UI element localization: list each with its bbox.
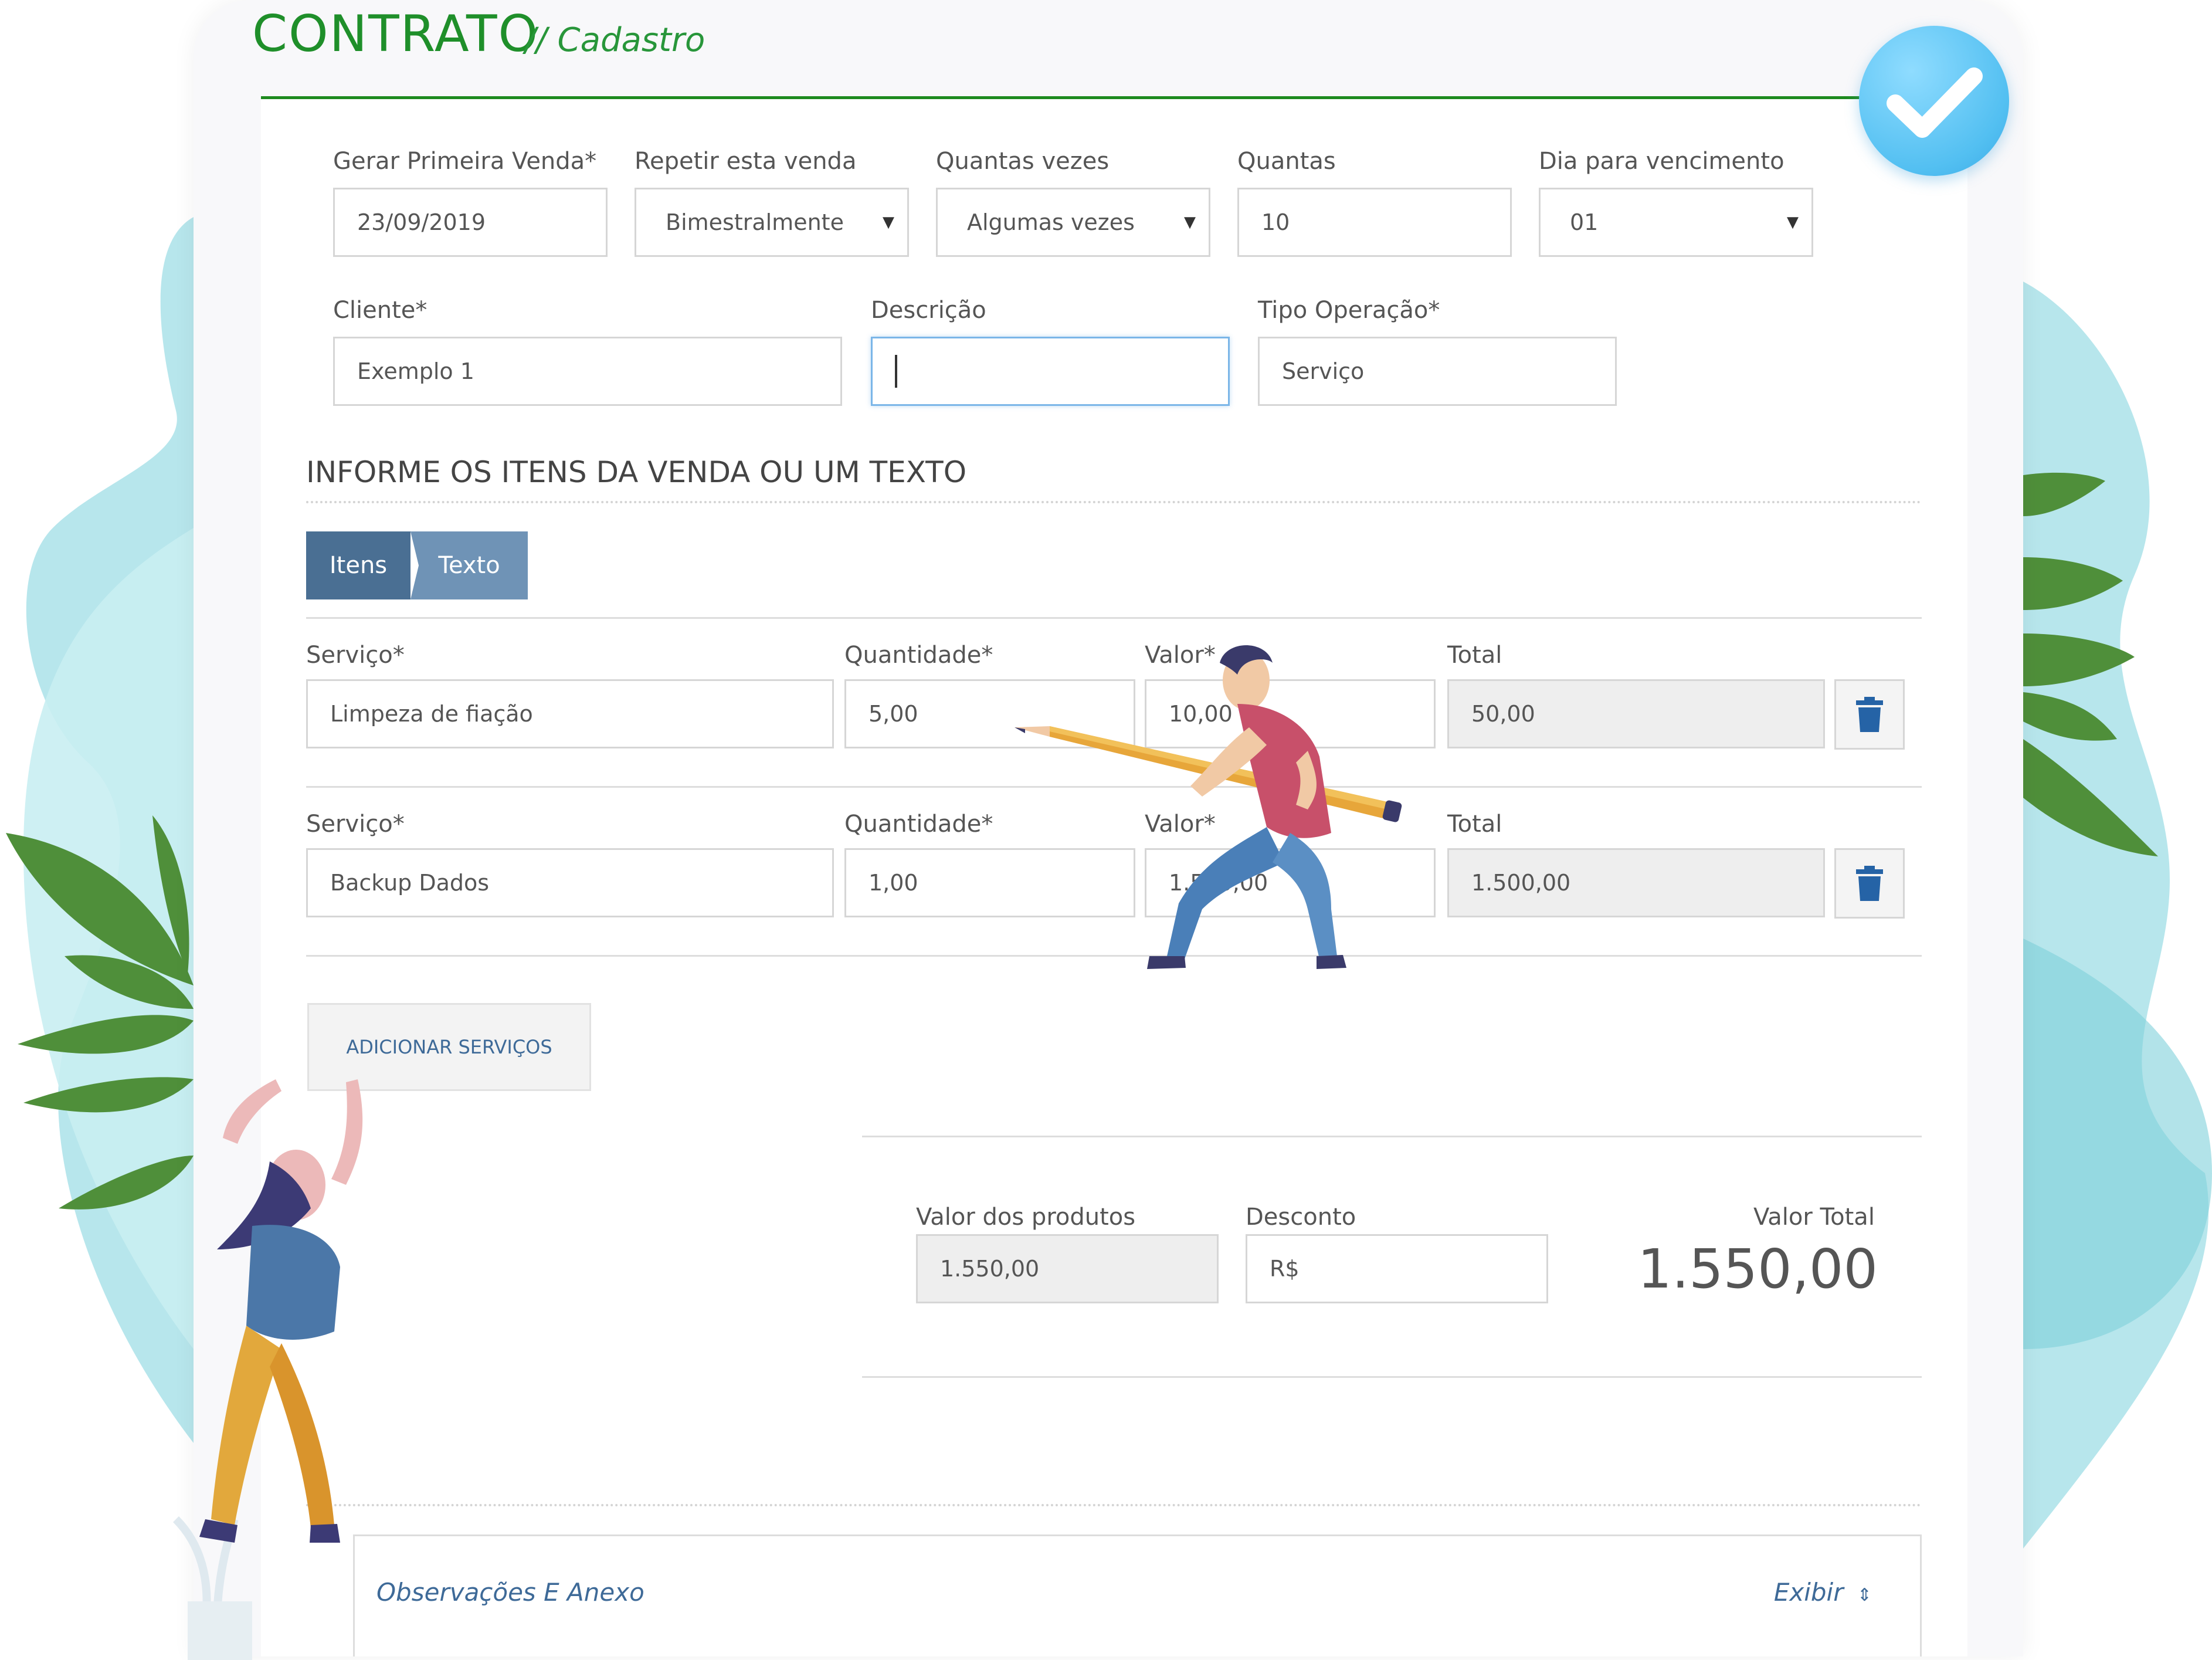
item-1-service-input[interactable]: Limpeza de fiação — [306, 679, 834, 748]
item-2-service-input[interactable]: Backup Dados — [306, 848, 834, 917]
discount-input[interactable]: R$ — [1246, 1234, 1548, 1303]
total-column-label: Total — [1447, 642, 1502, 669]
item-2-total-field: 1.500,00 — [1447, 848, 1825, 917]
title-underline — [261, 96, 1862, 99]
item-2-quantity-value: 1,00 — [868, 870, 918, 896]
section-divider — [306, 501, 1922, 503]
scene: CONTRATO // Cadastro Gerar Primeira Vend… — [0, 0, 2212, 1660]
observations-toggle-label: Exibir — [1773, 1578, 1844, 1607]
operation-type-label: Tipo Operação* — [1258, 297, 1440, 324]
item-1-service-value: Limpeza de fiação — [330, 701, 533, 727]
total-value: 1.550,00 — [1637, 1238, 1878, 1300]
how-many-times-select[interactable]: Algumas vezes ▼ — [936, 188, 1210, 257]
due-day-label: Dia para vencimento — [1539, 148, 1784, 175]
check-icon — [1887, 67, 1983, 138]
item-2-delete-button[interactable] — [1834, 848, 1905, 919]
total-column-label: Total — [1447, 811, 1502, 838]
page-title: CONTRATO — [252, 5, 540, 63]
items-section-title: INFORME OS ITENS DA VENDA OU UM TEXTO — [306, 455, 967, 489]
woman-illustration — [173, 1079, 363, 1660]
repeat-select[interactable]: Bimestralmente ▼ — [635, 188, 909, 257]
client-label: Cliente* — [333, 297, 428, 324]
man-with-pencil-illustration — [1015, 645, 1402, 969]
tab-texto-label: Texto — [438, 552, 500, 579]
how-many-value: 10 — [1261, 209, 1290, 235]
first-sale-label: Gerar Primeira Venda* — [333, 148, 597, 175]
add-services-label: ADICIONAR SERVIÇOS — [346, 1036, 552, 1058]
chevron-updown-icon: ⇕ — [1857, 1585, 1872, 1605]
products-value: 1.550,00 — [940, 1256, 1040, 1282]
trash-icon — [1856, 866, 1883, 901]
client-input[interactable]: Exemplo 1 — [333, 337, 842, 406]
how-many-times-value: Algumas vezes — [967, 209, 1135, 235]
observations-divider — [306, 1504, 1922, 1506]
how-many-input[interactable]: 10 — [1237, 188, 1512, 257]
how-many-times-label: Quantas vezes — [936, 148, 1110, 175]
item-1-total-value: 50,00 — [1471, 701, 1535, 727]
products-value-field: 1.550,00 — [916, 1234, 1219, 1303]
due-day-select[interactable]: 01 ▼ — [1539, 188, 1813, 257]
caret-down-icon: ▼ — [1787, 214, 1799, 231]
how-many-label: Quantas — [1237, 148, 1336, 175]
first-sale-date-input[interactable]: 23/09/2019 — [333, 188, 608, 257]
page-subtitle: // Cadastro — [525, 21, 705, 59]
discount-label: Desconto — [1246, 1204, 1356, 1231]
operation-type-value: Serviço — [1282, 358, 1365, 384]
description-label: Descrição — [871, 297, 986, 324]
tab-itens[interactable]: Itens — [306, 531, 410, 599]
total-label: Valor Total — [1753, 1204, 1875, 1231]
service-column-label: Serviço* — [306, 642, 405, 669]
trash-icon — [1856, 697, 1883, 732]
client-value: Exemplo 1 — [357, 358, 474, 384]
item-1-delete-button[interactable] — [1834, 679, 1905, 750]
summary-bottom-divider — [862, 1376, 1922, 1378]
repeat-label: Repetir esta venda — [635, 148, 857, 175]
observations-toggle[interactable]: Exibir ⇕ — [1774, 1578, 1872, 1607]
confirm-button[interactable] — [1859, 26, 2009, 176]
quantity-column-label: Quantidade* — [844, 642, 993, 669]
due-day-value: 01 — [1570, 209, 1599, 235]
item-1-quantity-value: 5,00 — [868, 701, 918, 727]
discount-value: R$ — [1270, 1256, 1300, 1282]
caret-down-icon: ▼ — [1184, 214, 1196, 231]
repeat-value: Bimestralmente — [666, 209, 844, 235]
first-sale-date-value: 23/09/2019 — [357, 209, 486, 235]
operation-type-input[interactable]: Serviço — [1258, 337, 1617, 406]
service-column-label: Serviço* — [306, 811, 405, 838]
text-caret — [895, 355, 897, 388]
item-2-total-value: 1.500,00 — [1471, 870, 1571, 896]
summary-top-divider — [862, 1136, 1922, 1137]
description-input[interactable] — [871, 337, 1230, 406]
caret-down-icon: ▼ — [883, 214, 894, 231]
tab-texto[interactable]: Texto — [410, 531, 528, 599]
item-1-total-field: 50,00 — [1447, 679, 1825, 748]
item-2-service-value: Backup Dados — [330, 870, 490, 896]
tab-itens-label: Itens — [329, 552, 388, 579]
products-value-label: Valor dos produtos — [916, 1204, 1136, 1231]
quantity-column-label: Quantidade* — [844, 811, 993, 838]
items-divider — [306, 617, 1922, 619]
